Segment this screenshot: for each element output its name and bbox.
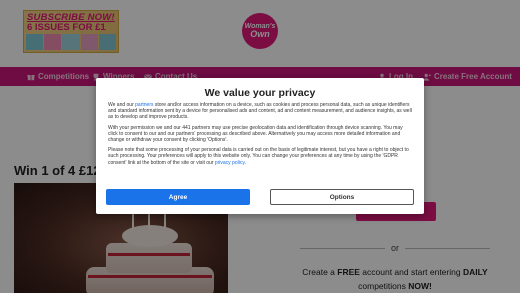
consent-paragraph: Please note that some processing of your… — [108, 147, 412, 166]
consent-title: We value your privacy — [204, 87, 316, 99]
consent-text: store and/or access information on a dev… — [108, 102, 412, 121]
privacy-consent-dialog: We value your privacy We and our partner… — [96, 78, 424, 214]
consent-paragraph: With your permission we and our 441 part… — [108, 124, 403, 144]
options-button[interactable]: Options — [270, 189, 414, 205]
consent-text: Please note that some processing of your… — [108, 147, 409, 166]
privacy-policy-link[interactable]: privacy policy — [215, 160, 245, 166]
consent-body: We and our partners store and/or access … — [108, 102, 412, 170]
consent-text: We and our — [108, 102, 136, 108]
consent-paragraph: We and our partners store and/or access … — [108, 102, 412, 121]
agree-button[interactable]: Agree — [106, 189, 250, 205]
consent-text: . — [244, 159, 246, 166]
partners-link[interactable]: partners — [135, 102, 153, 108]
